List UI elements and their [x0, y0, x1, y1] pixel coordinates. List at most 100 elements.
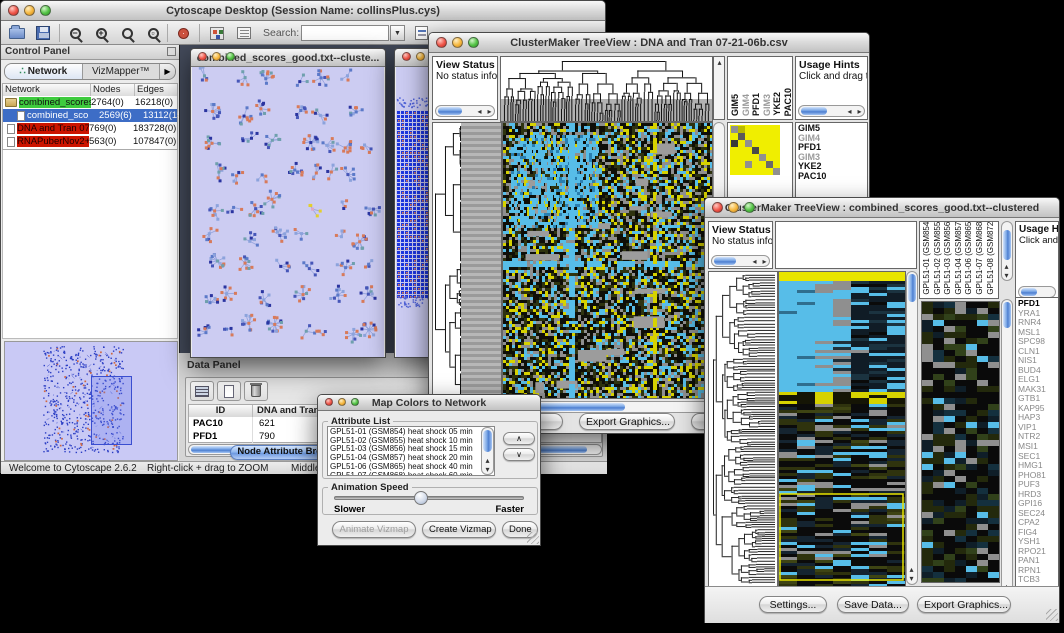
scroll-right-icon[interactable]: ▸ [485, 108, 494, 116]
treeview-button[interactable]: Settings... [759, 596, 827, 613]
snapshot-button[interactable] [205, 23, 229, 43]
gene-list-v-scrollbar[interactable]: ▴ ▾ [1001, 299, 1013, 602]
column-label[interactable]: GPL51-01 (GSM854) [922, 221, 933, 295]
minimize-button[interactable] [728, 202, 739, 213]
zoom-button[interactable] [744, 202, 755, 213]
scroll-right-icon[interactable]: ▸ [855, 108, 864, 116]
scrollbar-thumb[interactable] [438, 107, 462, 115]
animate-vizmap-button[interactable]: Animate Vizmap [332, 521, 416, 538]
network-table-row[interactable]: combined_scores 2764(0) 16218(0) [3, 96, 177, 109]
column-label[interactable]: GIM5 [730, 94, 741, 116]
minimize-button[interactable] [452, 37, 463, 48]
network-view-titlebar[interactable]: combined_scores_good.txt--cluste... [191, 49, 385, 67]
col-id[interactable]: ID [189, 405, 253, 417]
scroll-left-icon[interactable]: ◂ [475, 108, 484, 116]
save-session-button[interactable] [31, 23, 55, 43]
minimize-button[interactable] [338, 398, 346, 406]
scroll-up-icon[interactable]: ▴ [483, 457, 492, 465]
treeview1-titlebar[interactable]: ClusterMaker TreeView : DNA and Tran 07-… [429, 33, 869, 53]
main-window-titlebar[interactable]: Cytoscape Desktop (Session Name: collins… [1, 1, 605, 21]
view-status-scrollbar[interactable]: ◂ ▸ [435, 105, 495, 117]
network-table-row[interactable]: RNAPuberNov2+| 563(0) 107847(0) [3, 135, 177, 148]
column-label[interactable]: GPL51-04 (GSM857) [954, 221, 965, 295]
zoom-button[interactable] [226, 52, 235, 61]
scrollbar-thumb[interactable] [1003, 302, 1011, 328]
scroll-up-icon[interactable]: ▴ [1002, 263, 1011, 271]
close-button[interactable] [198, 52, 207, 61]
col-network[interactable]: Network [3, 84, 91, 96]
resize-grip[interactable] [1046, 609, 1058, 621]
scrollbar-thumb[interactable] [1021, 288, 1037, 296]
heatmap-canvas[interactable] [502, 122, 713, 399]
column-label[interactable]: GIM4 [741, 94, 752, 116]
close-button[interactable] [8, 5, 19, 16]
open-session-button[interactable] [5, 23, 29, 43]
scroll-down-icon[interactable]: ▾ [483, 466, 492, 474]
heatmap-v-scrollbar[interactable]: ▴ ▾ [906, 271, 918, 585]
column-label[interactable]: GPL51-02 (GSM855) [933, 221, 944, 295]
scroll-right-icon[interactable]: ▸ [760, 258, 769, 266]
zoom-out-button[interactable]: − [63, 23, 87, 43]
column-label[interactable]: GPL51-06 (GSM865) [964, 221, 975, 295]
scroll-strip[interactable]: ▴ [713, 56, 725, 120]
network-table-row[interactable]: DNA and Tran 07 769(0) 183728(0) [3, 122, 177, 135]
close-button[interactable] [712, 202, 723, 213]
create-vizmap-button[interactable]: Create Vizmap [422, 521, 496, 538]
column-label[interactable]: YKE2 [772, 92, 783, 116]
animation-speed-slider-thumb[interactable] [414, 491, 428, 505]
attribute-table-button[interactable] [190, 381, 214, 401]
zoom-button[interactable] [351, 398, 359, 406]
scroll-down-icon[interactable]: ▾ [907, 575, 916, 583]
zoom-in-button[interactable]: + [89, 23, 113, 43]
scroll-left-icon[interactable]: ◂ [750, 258, 759, 266]
zoom-fit-button[interactable] [115, 23, 139, 43]
row-dendrogram-canvas[interactable] [432, 122, 502, 399]
column-label[interactable]: GPL51-08 (GSM872) [986, 221, 997, 295]
move-up-button[interactable]: ∧ [503, 432, 535, 445]
resize-grip[interactable] [527, 532, 539, 544]
scroll-left-icon[interactable]: ◂ [845, 108, 854, 116]
column-dendrogram-canvas[interactable] [500, 56, 713, 122]
close-button[interactable] [325, 398, 333, 406]
zoom-button[interactable] [468, 37, 479, 48]
close-button[interactable] [436, 37, 447, 48]
view-status-scrollbar[interactable]: ◂ ▸ [711, 255, 770, 267]
scrollbar-thumb[interactable] [483, 430, 492, 452]
column-label[interactable]: GIM3 [762, 94, 773, 116]
scrollbar-thumb[interactable] [908, 274, 916, 302]
treeview-button[interactable]: Save Data... [837, 596, 909, 613]
tab-overflow-button[interactable]: ▶ [160, 64, 175, 79]
network-view-canvas[interactable] [192, 67, 384, 357]
usage-hints-scrollbar[interactable]: ◂ ▸ [798, 105, 865, 117]
minimize-button[interactable] [212, 52, 221, 61]
search-input[interactable] [301, 25, 389, 41]
treeview-button[interactable]: Export Graphics... [579, 413, 675, 430]
new-attribute-button[interactable] [217, 381, 241, 401]
help-button[interactable] [171, 23, 195, 43]
labels-v-scrollbar[interactable]: ▴ ▾ [1001, 221, 1013, 281]
close-button[interactable] [402, 52, 411, 61]
scrollbar-thumb[interactable] [801, 107, 827, 115]
column-label[interactable]: PAC10 [783, 88, 794, 116]
float-panel-icon[interactable] [167, 47, 176, 56]
scroll-down-icon[interactable]: ▾ [1002, 272, 1011, 280]
annotation-button[interactable] [232, 23, 256, 43]
move-down-button[interactable]: ∨ [503, 448, 535, 461]
network-overview-thumbnail[interactable] [4, 341, 178, 461]
search-dropdown-button[interactable]: ▼ [390, 25, 405, 41]
minimize-button[interactable] [24, 5, 35, 16]
cluster-heatmap-canvas[interactable] [921, 301, 1000, 583]
column-dendrogram-space[interactable] [775, 221, 917, 269]
row-dendrogram-canvas[interactable] [708, 271, 778, 587]
column-label[interactable]: PFD1 [751, 93, 762, 116]
tab-vizmapper[interactable]: VizMapper™ [83, 64, 161, 79]
scroll-up-icon[interactable]: ▴ [715, 59, 724, 67]
tab-network[interactable]: ∴Network [5, 64, 83, 79]
dialog-titlebar[interactable]: Map Colors to Network [318, 395, 540, 411]
col-nodes[interactable]: Nodes [91, 84, 135, 96]
scrollbar-thumb[interactable] [1003, 230, 1011, 260]
heatmap-canvas[interactable] [778, 271, 906, 587]
column-label[interactable]: GPL51-07 (GSM868) [975, 221, 986, 295]
animation-speed-slider[interactable] [334, 496, 524, 500]
treeview2-titlebar[interactable]: ClusterMaker TreeView : combined_scores_… [705, 198, 1059, 218]
